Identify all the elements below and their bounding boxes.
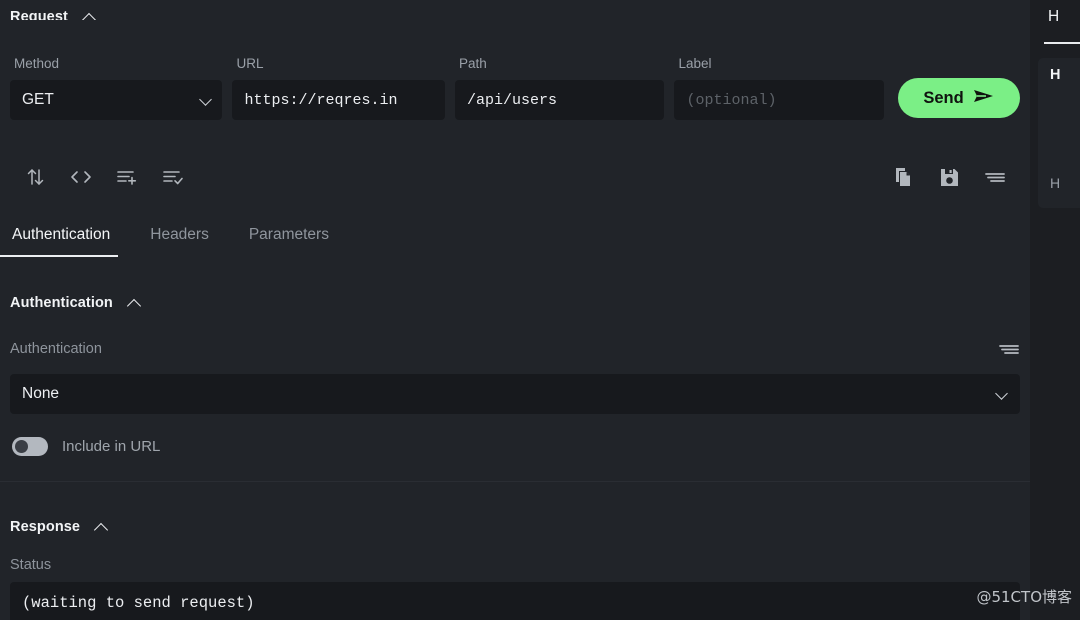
url-input[interactable]: https://reqres.in <box>232 80 445 120</box>
request-tabs: Authentication Headers Parameters <box>0 226 1030 272</box>
response-section-header[interactable]: Response <box>0 510 1030 544</box>
label-input[interactable]: (optional) <box>674 80 884 120</box>
authentication-field-row: Authentication <box>0 330 1030 368</box>
copy-icon[interactable] <box>880 160 926 194</box>
method-value: GET <box>22 91 54 108</box>
authentication-section-header[interactable]: Authentication <box>0 286 1030 320</box>
swap-arrows-icon[interactable] <box>12 160 58 194</box>
response-block: Response Status (waiting to send request… <box>0 510 1030 620</box>
url-value: https://reqres.in <box>244 91 398 109</box>
menu-lines-icon[interactable] <box>998 343 1020 355</box>
send-button[interactable]: Send <box>898 78 1020 118</box>
request-block: Method GET URL https://reqres.in Path /a… <box>0 20 1030 206</box>
url-label: URL <box>236 56 264 71</box>
send-button-label: Send <box>923 88 964 107</box>
chevron-up-icon[interactable] <box>94 520 109 535</box>
side-panel-heading: H <box>1050 67 1061 83</box>
request-toolbar <box>0 152 1030 202</box>
code-brackets-icon[interactable] <box>58 160 104 194</box>
tab-authentication[interactable]: Authentication <box>0 226 122 257</box>
side-panel-tab[interactable]: H <box>1048 8 1059 26</box>
url-field: URL https://reqres.in <box>232 56 445 120</box>
tab-parameters[interactable]: Parameters <box>247 226 341 257</box>
response-section-title: Response <box>10 519 81 535</box>
path-field: Path /api/users <box>454 56 665 120</box>
side-panel-tab-underline <box>1044 42 1080 44</box>
path-label: Path <box>458 56 487 71</box>
request-response-panel: Request Method GET URL https://reqres.in <box>0 0 1030 620</box>
response-status-label: Status <box>10 557 52 573</box>
authentication-type-select[interactable]: None <box>10 374 1020 414</box>
send-button-wrap: Send <box>898 56 1020 118</box>
authentication-panel: Authentication Authentication None Inclu… <box>0 286 1030 482</box>
include-in-url-row: Include in URL <box>0 432 1030 460</box>
authentication-type-value: None <box>22 385 60 402</box>
label-placeholder: (optional) <box>686 91 777 109</box>
authentication-section-title: Authentication <box>10 295 113 311</box>
tab-headers-label: Headers <box>150 226 209 243</box>
tab-parameters-label: Parameters <box>248 226 329 243</box>
app-root: Request Method GET URL https://reqres.in <box>0 0 1080 620</box>
save-floppy-icon[interactable] <box>926 160 972 194</box>
chevron-down-icon <box>198 93 212 107</box>
request-fields-row: Method GET URL https://reqres.in Path /a… <box>0 56 1030 120</box>
menu-lines-icon[interactable] <box>972 160 1018 194</box>
method-field: Method GET <box>10 56 223 120</box>
response-status-value-box: (waiting to send request) <box>10 582 1020 620</box>
send-plane-icon <box>973 88 995 109</box>
list-check-icon[interactable] <box>150 160 196 194</box>
chevron-up-icon[interactable] <box>127 296 142 311</box>
side-panel-sub-label: H <box>1050 175 1061 191</box>
path-value: /api/users <box>466 91 557 109</box>
tab-headers[interactable]: Headers <box>148 226 221 257</box>
label-label: Label <box>678 56 712 71</box>
chevron-down-icon <box>994 387 1008 401</box>
path-input[interactable]: /api/users <box>454 80 665 120</box>
tab-authentication-label: Authentication <box>12 226 111 243</box>
include-in-url-label: Include in URL <box>62 437 161 455</box>
method-select[interactable]: GET <box>10 80 223 120</box>
side-panel: H H H <box>1030 0 1080 620</box>
list-add-icon[interactable] <box>104 160 150 194</box>
label-field: Label (optional) <box>674 56 884 120</box>
method-label: Method <box>14 56 60 71</box>
authentication-field-label: Authentication <box>10 341 102 357</box>
response-status-value: (waiting to send request) <box>22 594 255 612</box>
include-in-url-toggle[interactable] <box>12 436 48 456</box>
